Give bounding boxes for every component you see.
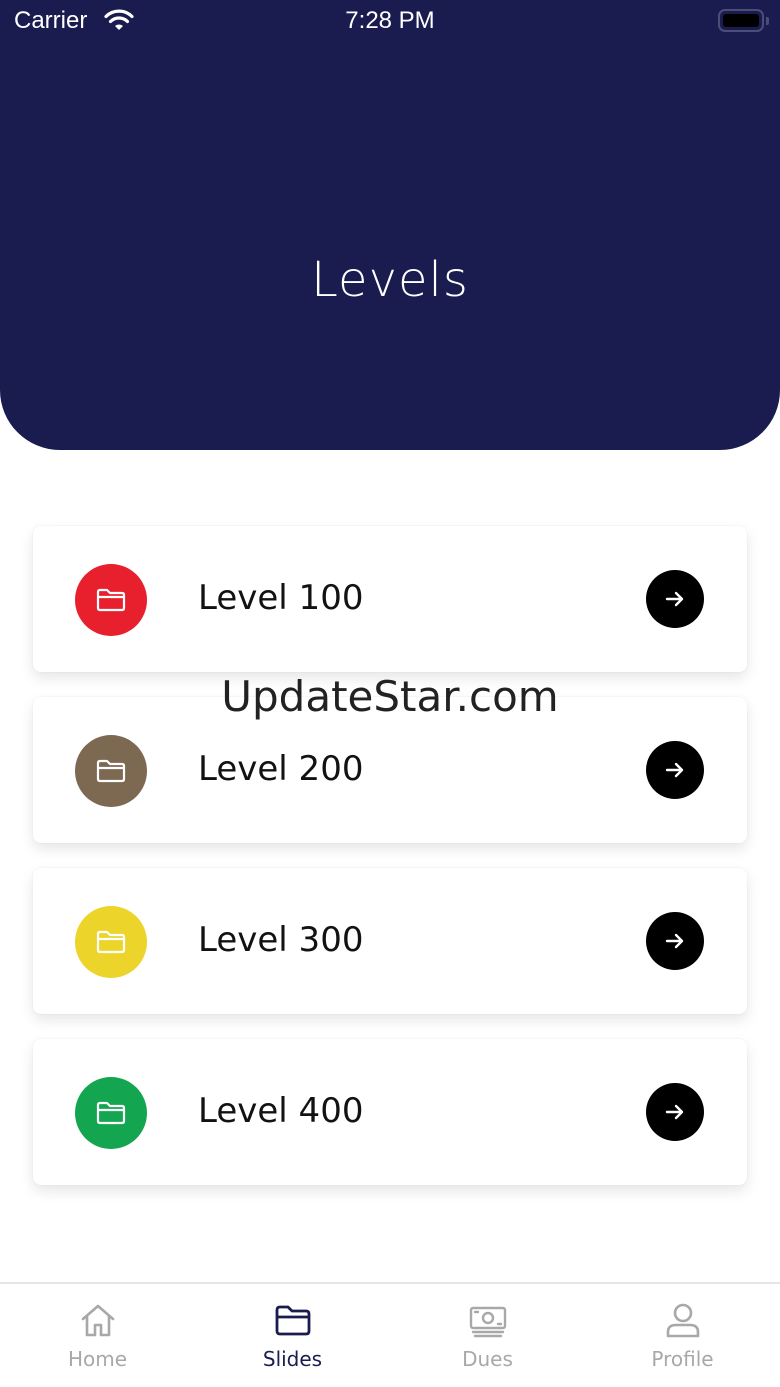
tab-home[interactable]: Home <box>0 1284 195 1387</box>
level-icon-badge <box>75 906 147 978</box>
tab-label: Profile <box>651 1347 714 1371</box>
arrow-right-icon <box>665 933 684 949</box>
level-card-200[interactable]: Level 200 <box>33 697 747 843</box>
level-card-100[interactable]: Level 100 <box>33 526 747 672</box>
tab-label: Slides <box>262 1347 323 1371</box>
arrow-right-icon <box>665 762 684 778</box>
tab-label: Dues <box>462 1347 513 1371</box>
cash-icon <box>469 1306 507 1338</box>
status-bar: Carrier 7:28 PM <box>0 0 780 44</box>
open-level-button[interactable] <box>646 1083 704 1141</box>
user-icon <box>666 1303 700 1338</box>
battery-icon <box>718 9 769 32</box>
header: Carrier 7:28 PM Levels <box>0 0 780 450</box>
tab-profile[interactable]: Profile <box>585 1284 780 1387</box>
folder-icon <box>96 759 126 783</box>
level-label: Level 200 <box>198 749 364 789</box>
open-level-button[interactable] <box>646 912 704 970</box>
level-label: Level 100 <box>198 578 364 618</box>
folder-icon <box>96 1101 126 1125</box>
folder-icon <box>275 1305 311 1336</box>
level-label: Level 400 <box>198 1091 364 1131</box>
open-level-button[interactable] <box>646 741 704 799</box>
status-time: 7:28 PM <box>345 7 435 34</box>
level-card-300[interactable]: Level 300 <box>33 868 747 1014</box>
folder-icon <box>96 588 126 612</box>
tab-bar: Home Slides Dues Profile <box>0 1282 780 1387</box>
page-title: Levels <box>311 252 469 308</box>
tab-dues[interactable]: Dues <box>390 1284 585 1387</box>
level-icon-badge <box>75 735 147 807</box>
tab-label: Home <box>67 1347 128 1371</box>
level-card-400[interactable]: Level 400 <box>33 1039 747 1185</box>
folder-icon <box>96 930 126 954</box>
open-level-button[interactable] <box>646 570 704 628</box>
home-icon <box>81 1304 115 1337</box>
level-icon-badge <box>75 564 147 636</box>
arrow-right-icon <box>665 1104 684 1120</box>
level-label: Level 300 <box>198 920 364 960</box>
tab-slides[interactable]: Slides <box>195 1284 390 1387</box>
level-icon-badge <box>75 1077 147 1149</box>
arrow-right-icon <box>665 591 684 607</box>
